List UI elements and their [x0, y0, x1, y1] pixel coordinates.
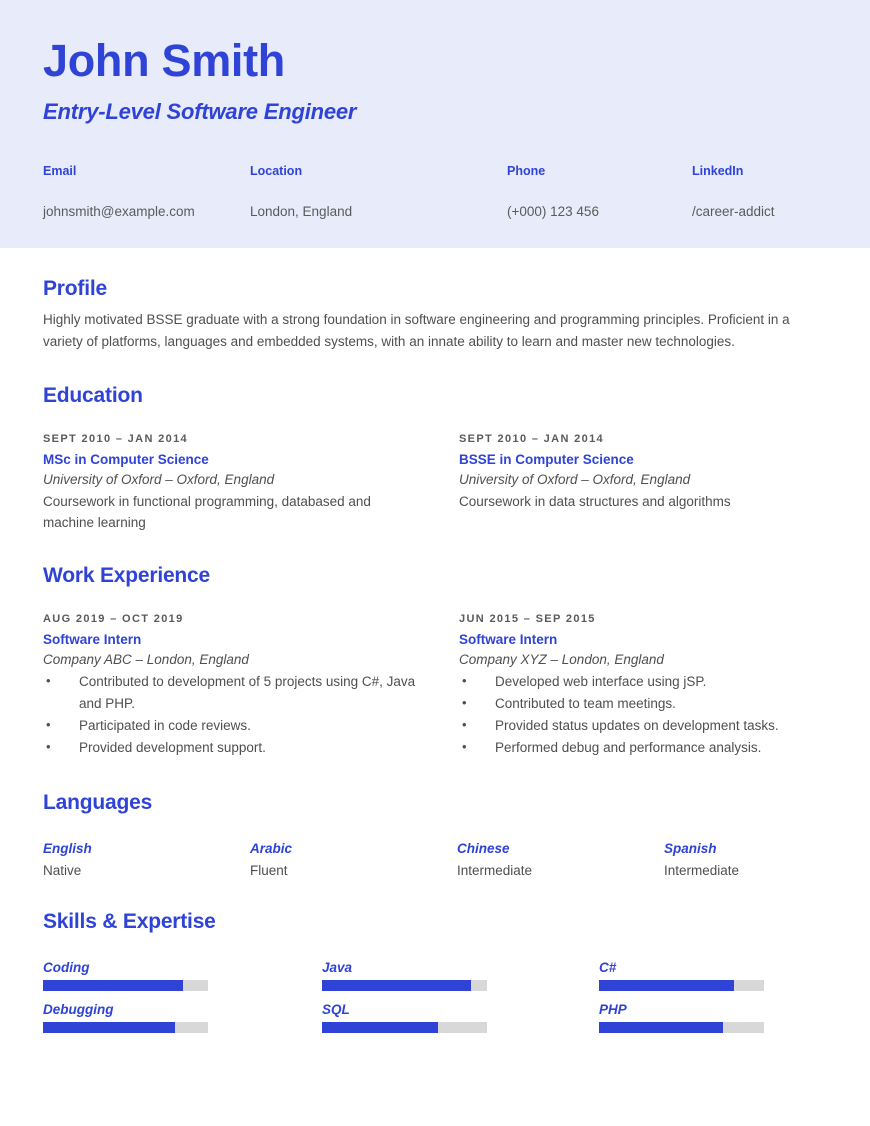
skill-name: PHP: [599, 1001, 627, 1017]
skill-item: Debugging: [43, 1002, 322, 1033]
education-date: SEPT 2010 – JAN 2014: [43, 432, 189, 445]
section-skills: Skills & Expertise Coding Debugging Java…: [43, 878, 827, 1044]
education-degree: MSc in Computer Science: [43, 451, 209, 467]
contact-label-email: Email: [43, 164, 77, 178]
language-level-spanish: Intermediate: [664, 862, 740, 878]
skill-item: C#: [599, 960, 827, 991]
skill-progress-track: [322, 1021, 487, 1033]
profile-text: Highly motivated BSSE graduate with a st…: [43, 312, 790, 349]
work-bullet: Provided status updates on development t…: [459, 714, 827, 737]
language-name-arabic: Arabic: [250, 840, 293, 856]
languages-grid: English Arabic Chinese Spanish Native Fl…: [43, 841, 827, 878]
skill-item: SQL: [322, 1002, 599, 1033]
work-date: JUN 2015 – SEP 2015: [459, 612, 596, 625]
work-entry: JUN 2015 – SEP 2015 Software Intern Comp…: [459, 613, 827, 759]
work-company: Company XYZ – London, England: [459, 651, 664, 667]
education-description: Coursework in functional programming, da…: [43, 493, 371, 531]
contact-label-location: Location: [250, 164, 303, 178]
education-entry: SEPT 2010 – JAN 2014 MSc in Computer Sci…: [43, 433, 459, 534]
skill-name: C#: [599, 959, 617, 975]
skill-name: Java: [322, 959, 353, 975]
work-bullet-list: Developed web interface using jSP. Contr…: [459, 670, 827, 759]
language-name-english: English: [43, 840, 92, 856]
work-role: Software Intern: [459, 631, 558, 647]
skill-item: PHP: [599, 1002, 827, 1033]
contact-label-phone: Phone: [507, 164, 546, 178]
section-languages: Languages English Arabic Chinese Spanish…: [43, 759, 827, 878]
contact-label-linkedin: LinkedIn: [692, 164, 744, 178]
candidate-name: John Smith: [43, 35, 285, 86]
language-level-english: Native: [43, 862, 82, 878]
section-work-experience: Work Experience AUG 2019 – OCT 2019 Soft…: [43, 534, 827, 759]
resume-header: John Smith Entry-Level Software Engineer…: [0, 0, 870, 248]
skill-name: SQL: [322, 1001, 350, 1017]
skill-item: Java: [322, 960, 599, 991]
work-entry: AUG 2019 – OCT 2019 Software Intern Comp…: [43, 613, 459, 759]
education-degree: BSSE in Computer Science: [459, 451, 634, 467]
section-title-languages: Languages: [43, 790, 153, 814]
work-entries: AUG 2019 – OCT 2019 Software Intern Comp…: [43, 613, 827, 759]
skills-grid: Coding Debugging Java SQL C# PHP: [43, 960, 827, 1044]
education-date: SEPT 2010 – JAN 2014: [459, 432, 605, 445]
skill-item: Coding: [43, 960, 322, 991]
education-school: University of Oxford – Oxford, England: [459, 471, 691, 487]
skill-progress-track: [322, 979, 487, 991]
skill-progress-fill: [43, 979, 184, 991]
skill-progress-track: [43, 979, 208, 991]
contact-value-email[interactable]: johnsmith@example.com: [43, 204, 250, 219]
education-entry: SEPT 2010 – JAN 2014 BSSE in Computer Sc…: [459, 433, 827, 534]
language-name-spanish: Spanish: [664, 840, 717, 856]
skills-column: C# PHP: [599, 960, 827, 1044]
skill-progress-fill: [43, 1021, 175, 1033]
language-name-chinese: Chinese: [457, 840, 510, 856]
skill-name: Debugging: [43, 1001, 114, 1017]
section-education: Education SEPT 2010 – JAN 2014 MSc in Co…: [43, 353, 827, 534]
resume-body: Profile Highly motivated BSSE graduate w…: [0, 248, 870, 1044]
work-bullet: Developed web interface using jSP.: [459, 670, 827, 693]
work-bullet: Provided development support.: [43, 736, 418, 759]
skill-progress-track: [599, 979, 764, 991]
work-bullet: Participated in code reviews.: [43, 714, 418, 737]
work-bullet-list: Contributed to development of 5 projects…: [43, 670, 459, 759]
section-title-work-experience: Work Experience: [43, 563, 211, 587]
skill-progress-track: [43, 1021, 208, 1033]
section-title-skills: Skills & Expertise: [43, 909, 216, 933]
skill-progress-fill: [599, 979, 735, 991]
work-company: Company ABC – London, England: [43, 651, 249, 667]
work-date: AUG 2019 – OCT 2019: [43, 612, 184, 625]
language-level-chinese: Intermediate: [457, 862, 533, 878]
skill-progress-fill: [599, 1021, 723, 1033]
contact-value-linkedin[interactable]: /career-addict: [692, 204, 827, 219]
skill-progress-track: [599, 1021, 764, 1033]
work-bullet: Performed debug and performance analysis…: [459, 736, 827, 759]
education-school: University of Oxford – Oxford, England: [43, 471, 275, 487]
education-entries: SEPT 2010 – JAN 2014 MSc in Computer Sci…: [43, 433, 827, 534]
contact-value-phone[interactable]: (+000) 123 456: [507, 204, 692, 219]
work-role: Software Intern: [43, 631, 142, 647]
section-profile: Profile Highly motivated BSSE graduate w…: [43, 248, 827, 353]
skills-column: Java SQL: [322, 960, 599, 1044]
skills-column: Coding Debugging: [43, 960, 322, 1044]
skill-progress-fill: [322, 1021, 438, 1033]
contact-grid: Email Location Phone LinkedIn johnsmith@…: [43, 164, 827, 219]
skill-progress-fill: [322, 979, 471, 991]
skill-name: Coding: [43, 959, 90, 975]
work-bullet: Contributed to team meetings.: [459, 692, 827, 715]
contact-value-location: London, England: [250, 204, 353, 219]
section-title-education: Education: [43, 383, 143, 407]
section-title-profile: Profile: [43, 277, 107, 300]
language-level-arabic: Fluent: [250, 862, 288, 878]
work-bullet: Contributed to development of 5 projects…: [43, 670, 418, 715]
candidate-job-title: Entry-Level Software Engineer: [43, 99, 357, 124]
education-description: Coursework in data structures and algori…: [459, 493, 731, 509]
